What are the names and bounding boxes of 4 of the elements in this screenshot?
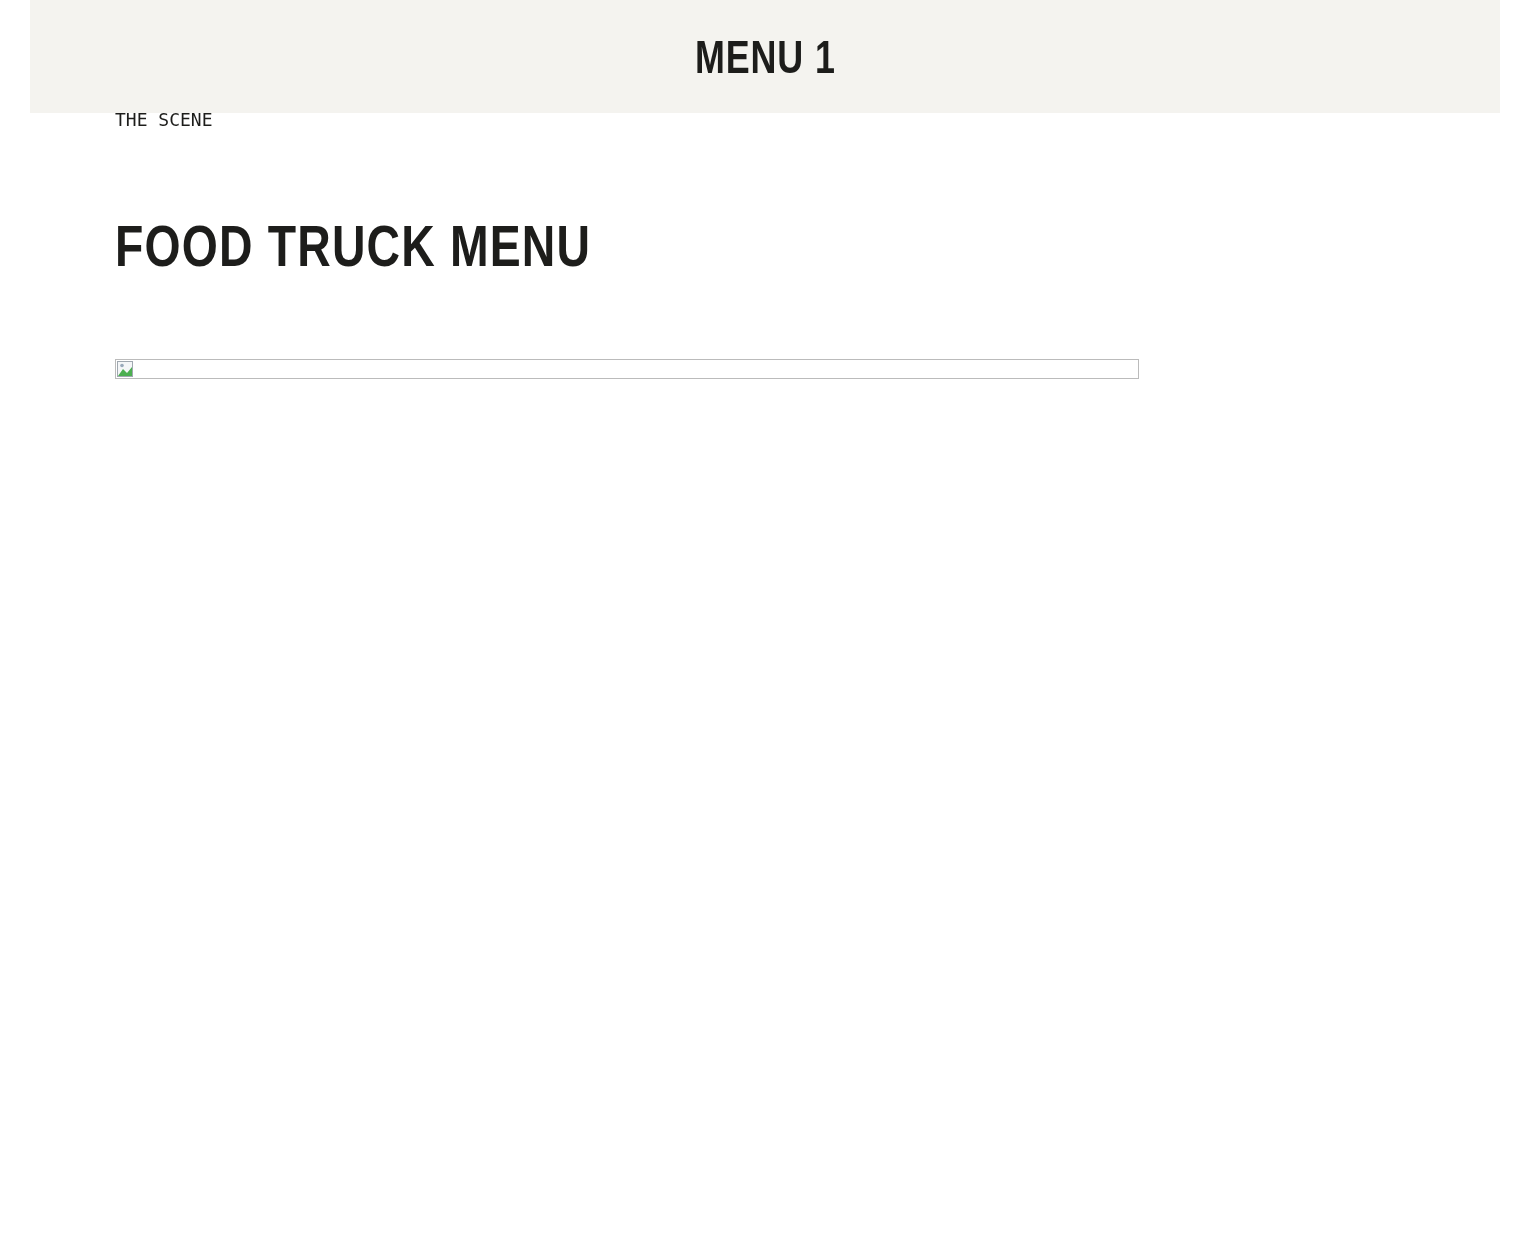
eyebrow-label: THE SCENE bbox=[115, 111, 213, 129]
page-heading: FOOD TRUCK MENU bbox=[115, 217, 592, 275]
page-title: MENU 1 bbox=[694, 33, 836, 80]
broken-image-icon bbox=[117, 361, 133, 377]
